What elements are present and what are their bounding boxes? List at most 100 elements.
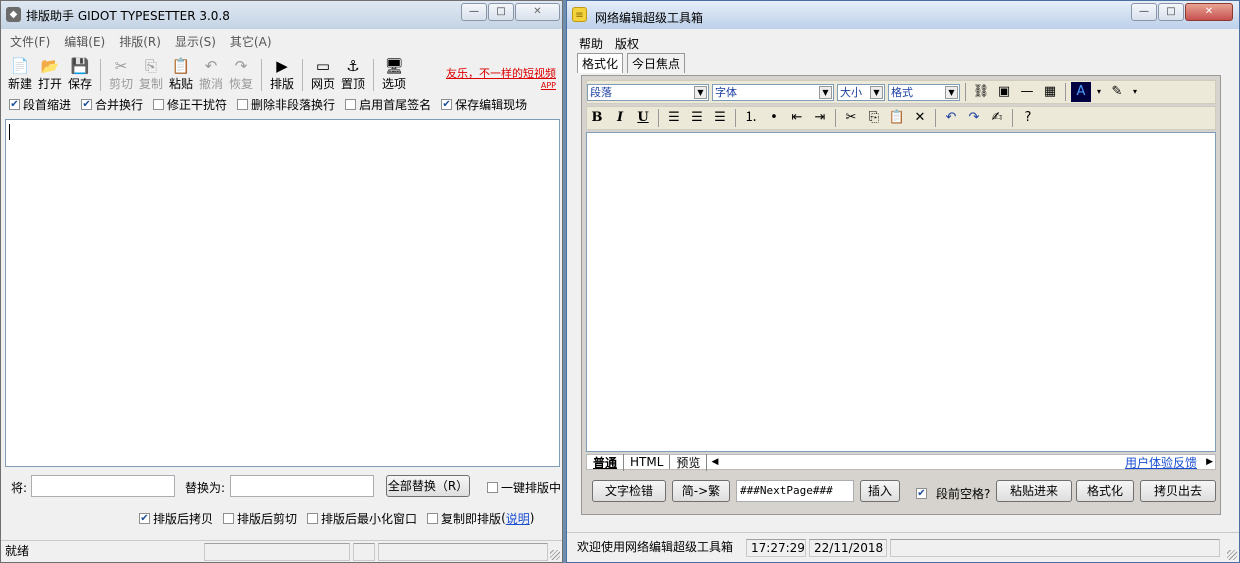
- leading-space-checkbox[interactable]: ✔ 段前空格?: [916, 485, 990, 502]
- dropdown-arrow-icon[interactable]: ▾: [1130, 82, 1140, 102]
- ordered-list-icon[interactable]: ⒈: [741, 108, 761, 128]
- cut-icon[interactable]: ✂: [841, 108, 861, 128]
- toolbar-button[interactable]: ▭ 网页: [308, 57, 338, 91]
- ad-link[interactable]: 友乐，不一样的短视频 APP: [446, 65, 556, 90]
- option-checkbox[interactable]: 修正干扰符: [153, 96, 227, 113]
- underline-button[interactable]: U: [633, 108, 653, 128]
- mode-tab-normal[interactable]: 普通: [587, 453, 625, 471]
- outdent-icon[interactable]: ⇤: [787, 108, 807, 128]
- table-icon[interactable]: ▦: [1040, 82, 1060, 102]
- align-center-icon[interactable]: ☰: [687, 108, 707, 128]
- unordered-list-icon[interactable]: •: [764, 108, 784, 128]
- status-text: 就绪: [5, 543, 30, 558]
- toolbar-button[interactable]: 📂 打开: [35, 57, 65, 91]
- toolbar-button[interactable]: ▶ 排版: [267, 57, 297, 91]
- title-bar[interactable]: ≡ 网络编辑超级工具箱 — □ ✕: [567, 1, 1239, 29]
- title-bar[interactable]: ◆ 排版助手 GIDOT TYPESETTER 3.0.8 — □ ✕: [1, 1, 562, 29]
- style-select[interactable]: 格式 ▼: [888, 83, 960, 101]
- italic-button[interactable]: I: [610, 108, 630, 128]
- option-label: 段首缩进: [23, 97, 72, 112]
- font-color-icon[interactable]: A: [1071, 82, 1091, 102]
- replace-from-input[interactable]: [31, 475, 175, 497]
- text-editor[interactable]: [5, 119, 560, 467]
- undo-icon[interactable]: ↶: [941, 108, 961, 128]
- option-checkbox[interactable]: 启用首尾签名: [345, 96, 431, 113]
- paste-icon[interactable]: 📋: [887, 108, 907, 128]
- replace-all-button[interactable]: 全部替换（R）: [386, 475, 470, 497]
- paragraph-select[interactable]: 段落 ▼: [587, 83, 709, 101]
- resize-grip[interactable]: [1227, 550, 1237, 560]
- one-key-checkbox[interactable]: 一键排版中: [487, 479, 561, 496]
- scroll-left-icon[interactable]: ◀: [707, 457, 722, 467]
- option-checkbox[interactable]: ✔ 合并换行: [81, 96, 143, 113]
- tab-today-focus[interactable]: 今日焦点: [627, 53, 686, 73]
- maximize-button[interactable]: □: [1158, 3, 1184, 21]
- highlight-icon[interactable]: ✎: [1107, 82, 1127, 102]
- resize-grip[interactable]: [550, 550, 560, 560]
- horizontal-rule-icon[interactable]: —: [1017, 82, 1037, 102]
- edit-icon[interactable]: ✍: [987, 108, 1007, 128]
- toolbar-button[interactable]: ↷ 恢复: [226, 57, 256, 91]
- option-checkbox[interactable]: ✔ 排版后拷贝: [139, 510, 213, 527]
- toolbar-button[interactable]: ↶ 撤消: [196, 57, 226, 91]
- rich-text-editor[interactable]: [586, 132, 1216, 452]
- maximize-button[interactable]: □: [488, 3, 514, 21]
- menu-typeset[interactable]: 排版(R): [119, 33, 161, 50]
- page-marker-input[interactable]: ###NextPage###: [736, 480, 854, 502]
- redo-icon[interactable]: ↷: [964, 108, 984, 128]
- menu-file[interactable]: 文件(F): [10, 33, 50, 50]
- toolbar-button[interactable]: 💾 保存: [65, 57, 95, 91]
- checkbox-label: 段前空格?: [936, 487, 991, 501]
- convert-traditional-button[interactable]: 简->繁: [672, 480, 730, 502]
- toolbar-button[interactable]: 📋 粘贴: [166, 57, 196, 91]
- feedback-link[interactable]: 用户体验反馈: [1125, 454, 1197, 471]
- toolbar-button[interactable]: 📄 新建: [5, 57, 35, 91]
- mode-tab-html[interactable]: HTML: [624, 455, 671, 469]
- option-checkbox[interactable]: 复制即排版: [427, 510, 501, 527]
- help-link[interactable]: 说明: [506, 510, 530, 527]
- help-icon[interactable]: ?: [1018, 108, 1038, 128]
- size-select[interactable]: 大小 ▼: [837, 83, 885, 101]
- close-button[interactable]: ✕: [515, 3, 560, 21]
- close-button[interactable]: ✕: [1185, 3, 1233, 21]
- paste-in-button[interactable]: 粘贴进来: [996, 480, 1072, 502]
- option-checkbox[interactable]: 排版后剪切: [223, 510, 297, 527]
- text-check-button[interactable]: 文字检错: [592, 480, 666, 502]
- align-left-icon[interactable]: ☰: [664, 108, 684, 128]
- scroll-right-icon[interactable]: ▶: [1206, 457, 1213, 467]
- indent-icon[interactable]: ⇥: [810, 108, 830, 128]
- format-button[interactable]: 格式化: [1076, 480, 1134, 502]
- menu-copyright[interactable]: 版权: [615, 35, 639, 52]
- option-checkbox[interactable]: ✔ 段首缩进: [9, 96, 71, 113]
- toolbar-button[interactable]: 🖥 选项: [379, 57, 409, 91]
- insert-button[interactable]: 插入: [860, 480, 900, 502]
- menu-other[interactable]: 其它(A): [230, 33, 272, 50]
- menu-edit[interactable]: 编辑(E): [64, 33, 105, 50]
- align-right-icon[interactable]: ☰: [710, 108, 730, 128]
- toolbar-label: 撤消: [198, 77, 223, 91]
- tab-format[interactable]: 格式化: [577, 53, 624, 73]
- toolbar-button[interactable]: ⎘ 复制: [136, 57, 166, 91]
- copy-icon[interactable]: ⎘: [864, 108, 884, 128]
- mode-tab-preview[interactable]: 预览: [670, 453, 708, 471]
- option-checkbox[interactable]: 删除非段落换行: [237, 96, 335, 113]
- dropdown-arrow-icon[interactable]: ▾: [1094, 82, 1104, 102]
- minimize-button[interactable]: —: [1131, 3, 1157, 21]
- menu-view[interactable]: 显示(S): [175, 33, 216, 50]
- menu-help[interactable]: 帮助: [579, 35, 603, 52]
- copy-out-button[interactable]: 拷贝出去: [1140, 480, 1216, 502]
- toolbar-button[interactable]: ✂ 剪切: [106, 57, 136, 91]
- bold-button[interactable]: B: [587, 108, 607, 128]
- options-row: ✔ 段首缩进 ✔ 合并换行 修正干扰符 删除非段落换行 启用首尾签名 ✔ 保存编辑现场: [9, 95, 558, 113]
- link-icon[interactable]: ⛓: [971, 82, 991, 102]
- replace-to-input[interactable]: [230, 475, 374, 497]
- toolbar-button[interactable]: ⚓ 置顶: [338, 57, 368, 91]
- font-select[interactable]: 字体 ▼: [712, 83, 834, 101]
- option-checkbox[interactable]: ✔ 保存编辑现场: [441, 96, 527, 113]
- option-checkbox[interactable]: 排版后最小化窗口: [307, 510, 417, 527]
- image-icon[interactable]: ▣: [994, 82, 1014, 102]
- separator: [1065, 83, 1066, 101]
- minimize-button[interactable]: —: [461, 3, 487, 21]
- toolbar-label: 粘贴: [168, 77, 193, 91]
- delete-icon[interactable]: ✕: [910, 108, 930, 128]
